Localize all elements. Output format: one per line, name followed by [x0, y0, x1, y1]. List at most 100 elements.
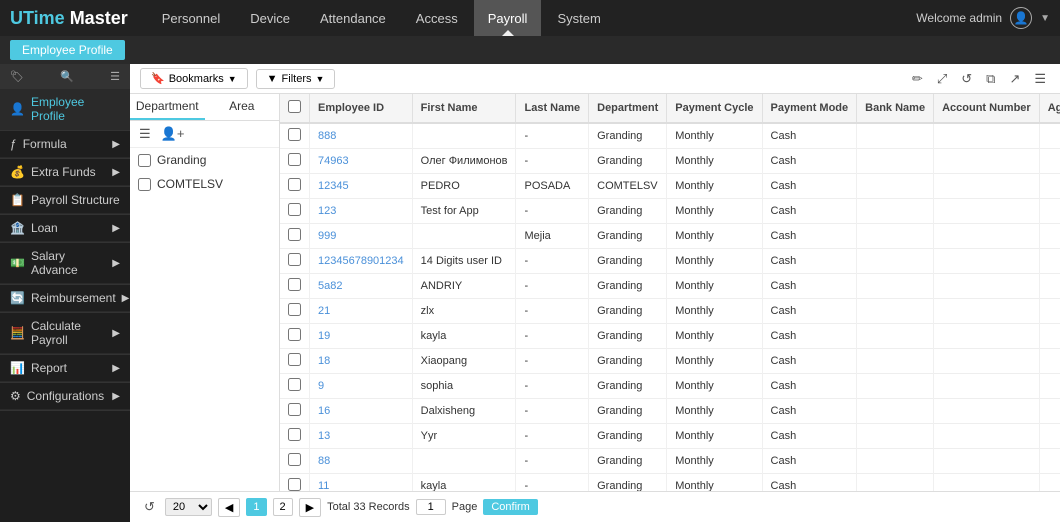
sidebar-tag-icon[interactable]: 🏷 [10, 70, 24, 83]
sidebar-item-payroll-structure[interactable]: 📋 Payroll Structure [0, 187, 130, 214]
sidebar-item-loan[interactable]: 🏦 Loan ▶ [0, 215, 130, 242]
nav-item-payroll[interactable]: Payroll [474, 0, 542, 36]
nav-item-device[interactable]: Device [236, 0, 304, 36]
person-add-icon[interactable]: 👤+ [158, 125, 188, 143]
col-first-name: First Name [412, 94, 516, 123]
cell-payment-cycle: Monthly [667, 199, 762, 224]
cell-department: Granding [589, 274, 667, 299]
employee-id-link[interactable]: 888 [318, 130, 336, 142]
col-payment-mode: Payment Mode [762, 94, 857, 123]
sidebar-item-calculate-payroll[interactable]: 🧮 Calculate Payroll ▶ [0, 313, 130, 354]
tab-area[interactable]: Area [205, 94, 280, 120]
table-row: 12345 PEDRO POSADA COMTELSV Monthly Cash… [280, 174, 1060, 199]
employee-id-link[interactable]: 74963 [318, 155, 349, 167]
nav-item-attendance[interactable]: Attendance [306, 0, 400, 36]
page-size-select[interactable]: 20 10 50 100 [165, 498, 212, 516]
dept-label-granding: Granding [157, 153, 206, 167]
employee-id-link[interactable]: 13 [318, 430, 330, 442]
dept-checkbox-granding[interactable] [138, 154, 151, 167]
page-1-button[interactable]: 1 [246, 498, 266, 516]
cell-bank-name [857, 324, 934, 349]
tab-department[interactable]: Department [130, 94, 205, 120]
list-icon[interactable]: ☰ [136, 125, 154, 143]
row-checkbox[interactable] [288, 353, 301, 366]
employee-id-link[interactable]: 12345678901234 [318, 255, 404, 267]
employee-id-link[interactable]: 9 [318, 380, 324, 392]
employee-id-link[interactable]: 18 [318, 355, 330, 367]
employee-id-link[interactable]: 999 [318, 230, 336, 242]
row-checkbox[interactable] [288, 403, 301, 416]
filters-button[interactable]: ▼ Filters ▼ [256, 69, 336, 89]
dropdown-arrow[interactable]: ▼ [1040, 13, 1050, 24]
employee-id-link[interactable]: 16 [318, 405, 330, 417]
employee-id-link[interactable]: 12345 [318, 180, 349, 192]
prev-page-button[interactable]: ◀ [218, 498, 240, 517]
sidebar-section-salary-advance: 💵 Salary Advance ▶ [0, 243, 130, 285]
cell-payment-mode: Cash [762, 299, 857, 324]
nav-item-access[interactable]: Access [402, 0, 472, 36]
row-checkbox[interactable] [288, 178, 301, 191]
sidebar-search-icon[interactable]: 🔍 [60, 70, 74, 83]
sidebar-item-salary-advance[interactable]: 💵 Salary Advance ▶ [0, 243, 130, 284]
left-panel-toolbar: ☰ 👤+ [130, 121, 279, 148]
sidebar-item-reimbursement[interactable]: 🔄 Reimbursement ▶ [0, 285, 130, 312]
row-checkbox[interactable] [288, 253, 301, 266]
row-checkbox[interactable] [288, 128, 301, 141]
row-checkbox[interactable] [288, 203, 301, 216]
row-checkbox[interactable] [288, 378, 301, 391]
user-avatar[interactable]: 👤 [1010, 7, 1032, 29]
cell-payment-mode: Cash [762, 199, 857, 224]
page-input[interactable] [416, 499, 446, 515]
employee-id-link[interactable]: 21 [318, 305, 330, 317]
employee-id-link[interactable]: 88 [318, 455, 330, 467]
cell-agent-id [1039, 474, 1060, 492]
next-page-button[interactable]: ▶ [299, 498, 321, 517]
row-checkbox[interactable] [288, 303, 301, 316]
cell-payment-mode: Cash [762, 274, 857, 299]
sidebar-menu-icon[interactable]: ☰ [110, 70, 120, 83]
row-checkbox[interactable] [288, 228, 301, 241]
refresh-icon[interactable]: ↺ [957, 69, 976, 89]
row-checkbox[interactable] [288, 478, 301, 491]
dept-checkbox-comtelsv[interactable] [138, 178, 151, 191]
nav-item-system[interactable]: System [543, 0, 614, 36]
employee-id-link[interactable]: 5a82 [318, 280, 342, 292]
share-icon[interactable]: ↗ [1005, 69, 1024, 89]
select-all-checkbox[interactable] [288, 100, 301, 113]
col-employee-id: Employee ID [310, 94, 413, 123]
copy-icon[interactable]: ⧉ [982, 69, 999, 89]
edit-icon[interactable]: ✏ [908, 69, 927, 89]
row-checkbox[interactable] [288, 453, 301, 466]
cell-agent-id [1039, 174, 1060, 199]
row-checkbox[interactable] [288, 328, 301, 341]
employee-id-link[interactable]: 11 [318, 480, 329, 491]
row-checkbox[interactable] [288, 153, 301, 166]
sidebar-item-extra-funds[interactable]: 💰 Extra Funds ▶ [0, 159, 130, 186]
cell-payment-cycle: Monthly [667, 174, 762, 199]
cell-account-number [934, 274, 1040, 299]
cell-first-name [412, 224, 516, 249]
sidebar-item-label: Configurations [27, 389, 104, 403]
expand-icon[interactable]: ⤢ [933, 69, 951, 89]
employee-id-link[interactable]: 123 [318, 205, 336, 217]
cell-account-number [934, 199, 1040, 224]
cell-first-name: Олег Филимонов [412, 149, 516, 174]
sidebar-item-report[interactable]: 📊 Report ▶ [0, 355, 130, 382]
page-2-button[interactable]: 2 [273, 498, 293, 516]
cell-department: Granding [589, 149, 667, 174]
bookmarks-button[interactable]: 🔖 Bookmarks ▼ [140, 68, 248, 89]
sidebar-item-formula[interactable]: ƒ Formula ▶ [0, 131, 130, 158]
row-checkbox[interactable] [288, 428, 301, 441]
pagination-refresh-icon[interactable]: ↺ [140, 497, 159, 517]
sidebar-item-configurations[interactable]: ⚙ Configurations ▶ [0, 383, 130, 410]
sidebar-item-employee-profile[interactable]: 👤 Employee Profile [0, 89, 130, 130]
row-checkbox[interactable] [288, 278, 301, 291]
confirm-button[interactable]: Confirm [483, 499, 538, 515]
nav-item-personnel[interactable]: Personnel [148, 0, 235, 36]
row-checkbox-cell [280, 249, 310, 274]
sub-tab-employee-profile[interactable]: Employee Profile [10, 40, 125, 60]
cell-payment-cycle: Monthly [667, 123, 762, 149]
cell-account-number [934, 299, 1040, 324]
employee-id-link[interactable]: 19 [318, 330, 330, 342]
menu-icon[interactable]: ☰ [1030, 69, 1050, 89]
